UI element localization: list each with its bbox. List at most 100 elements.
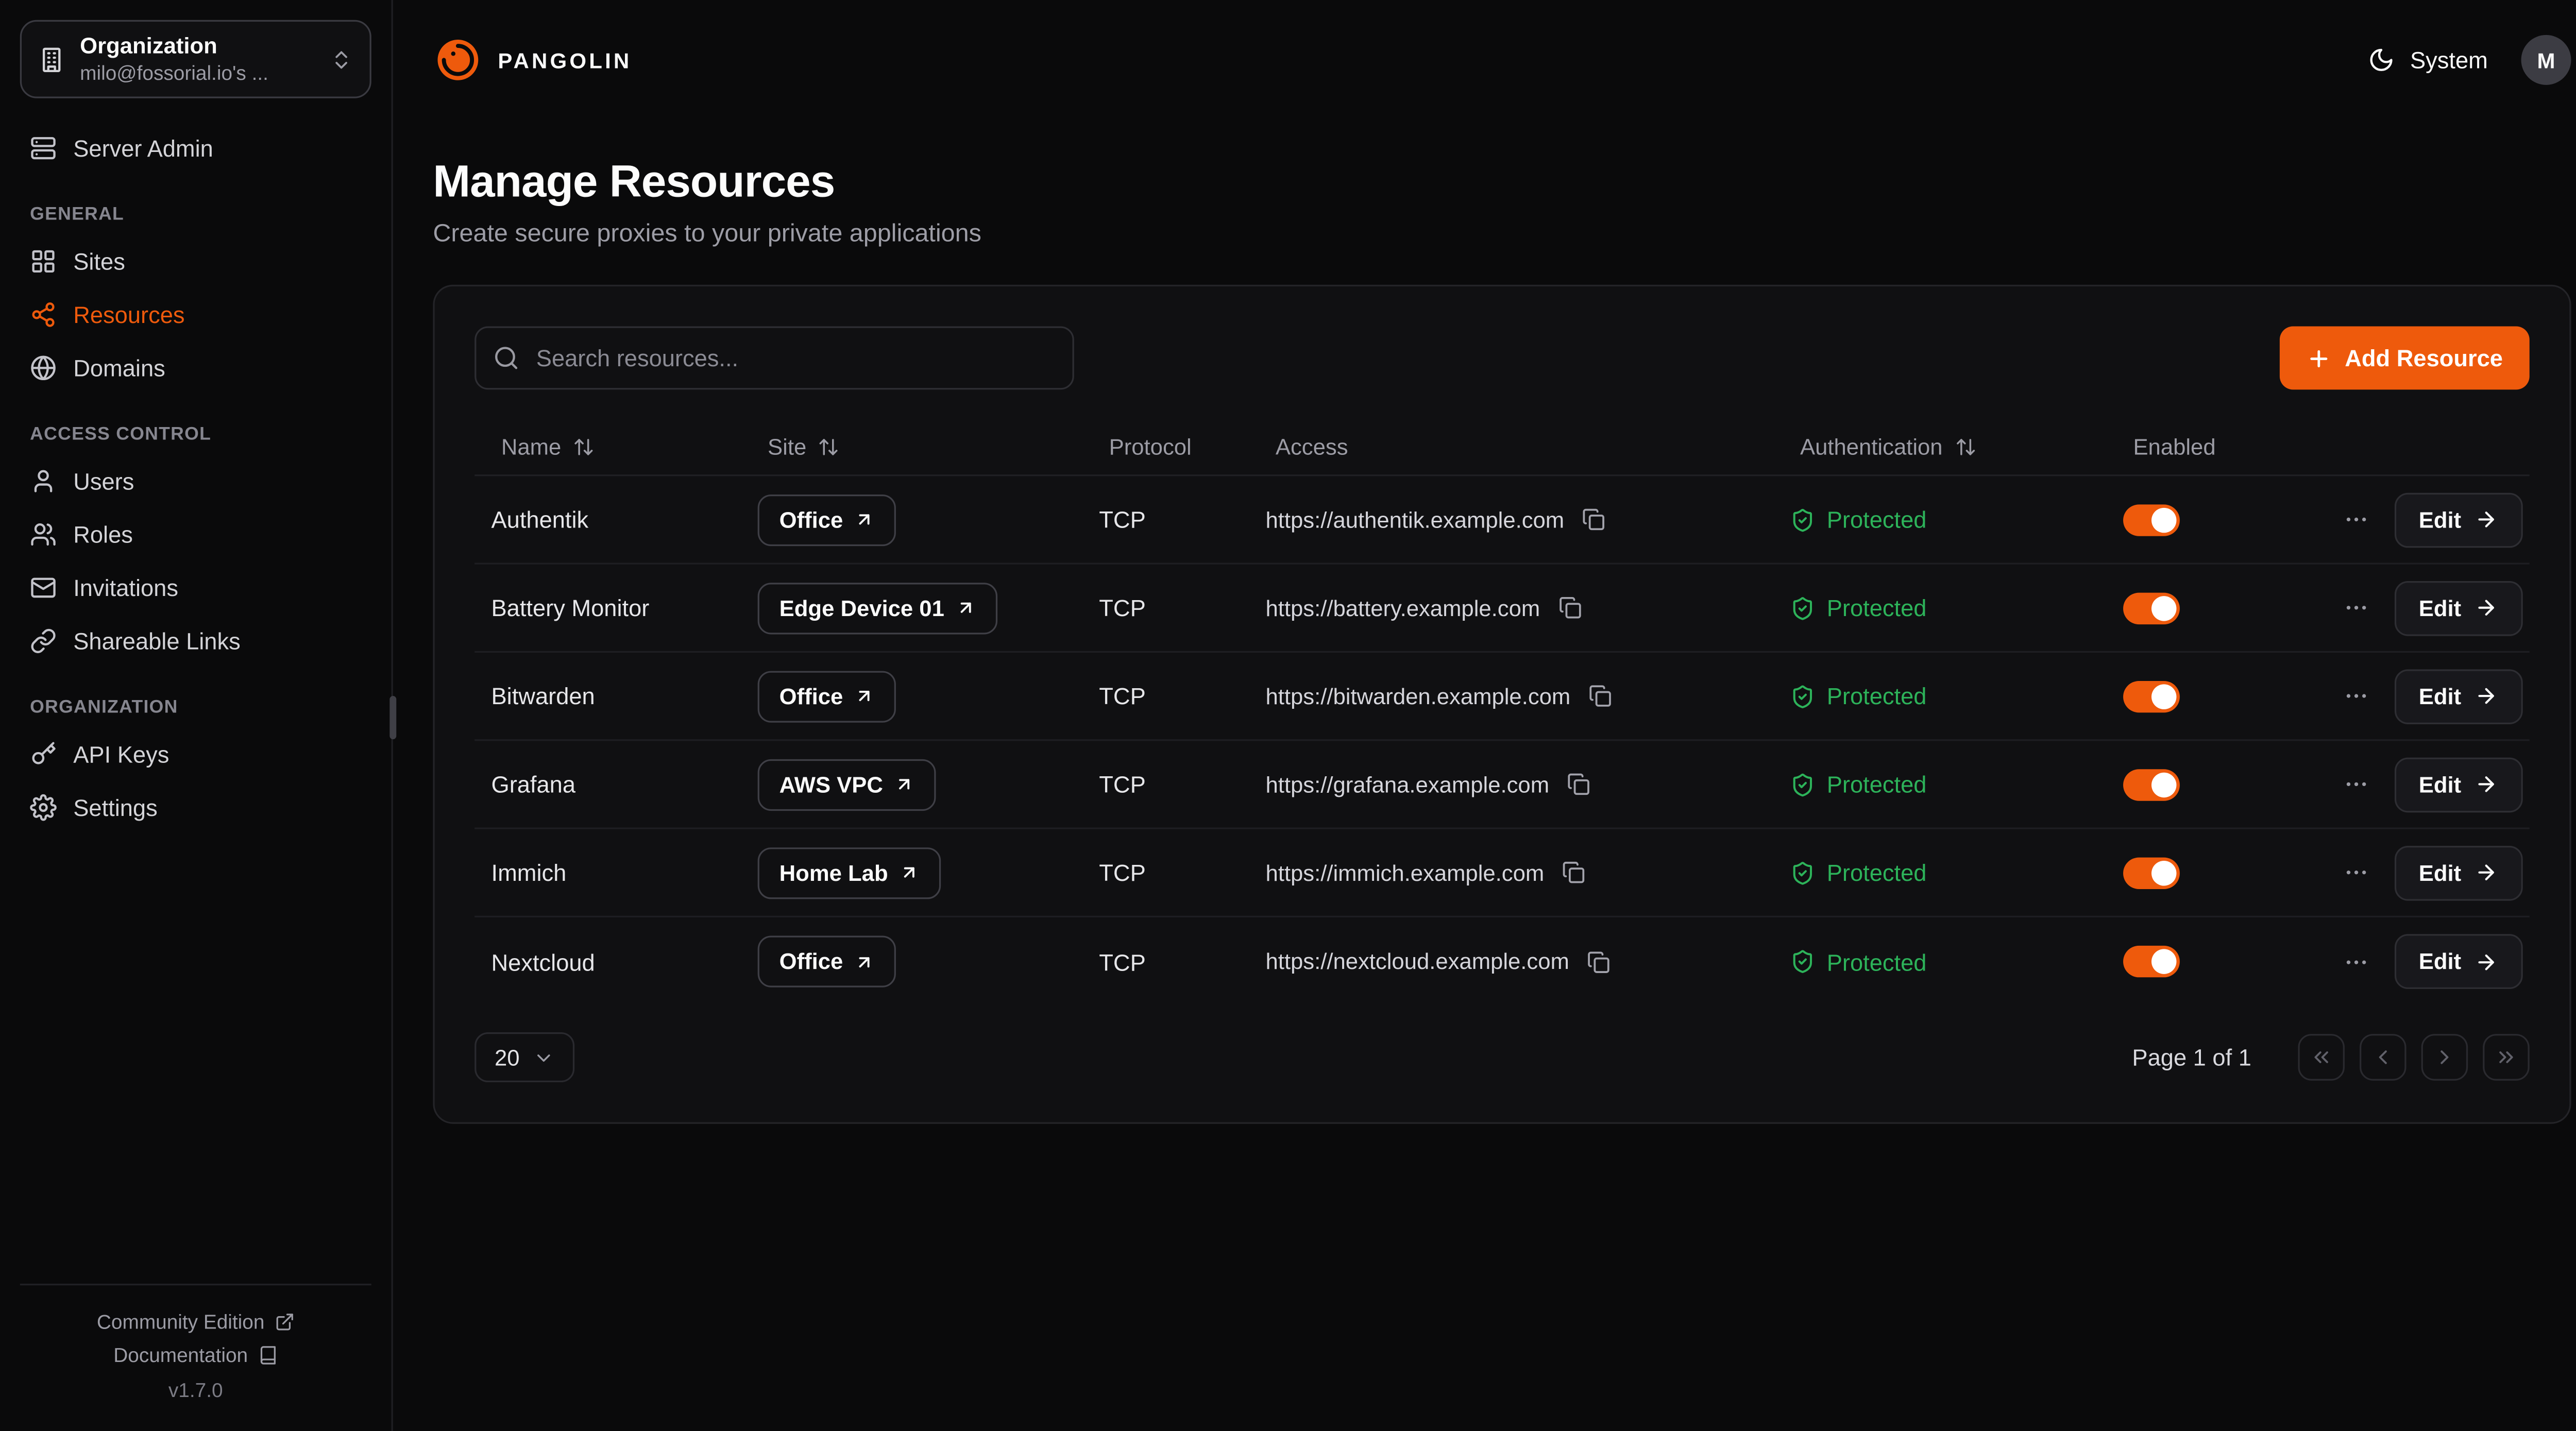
auth-status: Protected [1827, 594, 1927, 621]
site-link[interactable]: Home Lab [758, 847, 941, 898]
sidebar-item-users[interactable]: Users [20, 454, 371, 507]
brand-home-link[interactable]: PANGOLIN [433, 35, 632, 85]
enabled-toggle[interactable] [2123, 592, 2180, 623]
site-link[interactable]: Office [758, 935, 896, 987]
book-icon [258, 1344, 278, 1365]
row-menu-button[interactable] [2340, 853, 2374, 893]
theme-toggle[interactable]: System [2368, 47, 2488, 74]
gear-icon [30, 794, 57, 821]
shield-check-icon [1790, 860, 1815, 884]
column-label: Access [1276, 435, 1348, 459]
section-label-access-control: ACCESS CONTROL [30, 424, 361, 445]
access-url: https://immich.example.com [1265, 860, 1544, 884]
chevron-down-icon [533, 1046, 554, 1068]
shield-check-icon [1790, 772, 1815, 796]
enabled-toggle[interactable] [2123, 769, 2180, 800]
column-header-access: Access [1249, 435, 1773, 459]
protocol: TCP [1082, 948, 1249, 975]
arrow-up-right-icon [900, 862, 920, 882]
search-icon [493, 345, 520, 371]
sidebar-item-sites[interactable]: Sites [20, 235, 371, 288]
auth-status: Protected [1827, 948, 1927, 975]
sidebar-item-label: Roles [73, 521, 133, 548]
toggle-knob [2151, 949, 2176, 974]
enabled-toggle[interactable] [2123, 857, 2180, 888]
add-resource-button[interactable]: Add Resource [2280, 327, 2530, 390]
edit-button[interactable]: Edit [2394, 492, 2522, 547]
row-menu-button[interactable] [2340, 942, 2374, 982]
next-page-button[interactable] [2421, 1034, 2468, 1081]
page-size-select[interactable]: 20 [474, 1032, 574, 1082]
sidebar-item-server-admin[interactable]: Server Admin [20, 122, 371, 175]
sidebar-item-roles[interactable]: Roles [20, 508, 371, 561]
access-url: https://bitwarden.example.com [1265, 684, 1570, 708]
site-label: Office [779, 507, 843, 532]
enabled-toggle[interactable] [2123, 680, 2180, 711]
first-page-button[interactable] [2298, 1034, 2345, 1081]
sidebar-item-shareable-links[interactable]: Shareable Links [20, 615, 371, 668]
edit-button[interactable]: Edit [2394, 669, 2522, 724]
site-link[interactable]: AWS VPC [758, 758, 937, 810]
building-icon [38, 46, 65, 73]
copy-button[interactable] [1564, 769, 1594, 799]
protocol: TCP [1082, 506, 1249, 533]
version-label: v1.7.0 [20, 1371, 371, 1401]
search-wrap [474, 327, 1074, 390]
moon-icon [2368, 47, 2395, 74]
arrow-right-icon [2475, 861, 2498, 884]
theme-label: System [2410, 47, 2488, 74]
sidebar-item-settings[interactable]: Settings [20, 781, 371, 834]
chevrons-left-icon [2310, 1046, 2333, 1069]
sidebar-item-domains[interactable]: Domains [20, 342, 371, 395]
prev-page-button[interactable] [2360, 1034, 2406, 1081]
sidebar-item-api-keys[interactable]: API Keys [20, 727, 371, 780]
copy-button[interactable] [1555, 593, 1585, 623]
copy-button[interactable] [1585, 681, 1615, 711]
chevron-left-icon [2371, 1046, 2395, 1069]
site-label: AWS VPC [779, 772, 883, 796]
site-link[interactable]: Office [758, 493, 896, 545]
documentation-link[interactable]: Documentation [20, 1338, 371, 1371]
access-url: https://battery.example.com [1265, 595, 1540, 620]
sidebar-item-invitations[interactable]: Invitations [20, 561, 371, 614]
arrow-up-right-icon [956, 598, 976, 618]
edit-label: Edit [2419, 507, 2461, 532]
enabled-toggle[interactable] [2123, 504, 2180, 535]
chevron-right-icon [2433, 1046, 2456, 1069]
enabled-toggle[interactable] [2123, 946, 2180, 977]
site-link[interactable]: Office [758, 670, 896, 722]
column-header-name[interactable]: Name [474, 435, 741, 459]
copy-button[interactable] [1579, 504, 1609, 534]
edit-button[interactable]: Edit [2394, 845, 2522, 900]
ellipsis-icon [2344, 594, 2370, 621]
add-resource-label: Add Resource [2345, 345, 2503, 371]
row-menu-button[interactable] [2340, 676, 2374, 716]
page-size-value: 20 [495, 1045, 520, 1069]
sidebar-item-resources[interactable]: Resources [20, 288, 371, 341]
last-page-button[interactable] [2483, 1034, 2530, 1081]
column-header-enabled: Enabled [2107, 435, 2323, 459]
sidebar-item-label: Shareable Links [73, 628, 241, 655]
table-footer: 20 Page 1 of 1 [474, 1032, 2530, 1082]
column-header-site[interactable]: Site [741, 435, 1082, 459]
avatar[interactable]: M [2521, 35, 2571, 85]
edit-button[interactable]: Edit [2394, 757, 2522, 812]
edit-button[interactable]: Edit [2394, 580, 2522, 635]
row-menu-button[interactable] [2340, 588, 2374, 628]
row-menu-button[interactable] [2340, 764, 2374, 805]
sidebar-item-label: Resources [73, 301, 184, 328]
toggle-knob [2151, 684, 2176, 708]
edit-button[interactable]: Edit [2394, 934, 2522, 989]
org-selector[interactable]: Organization milo@fossorial.io's ... [20, 20, 371, 98]
pagination: Page 1 of 1 [2132, 1034, 2529, 1081]
copy-icon [1583, 508, 1606, 531]
topbar-right: System M [2368, 35, 2571, 85]
site-link[interactable]: Edge Device 01 [758, 582, 998, 634]
column-header-authentication[interactable]: Authentication [1773, 435, 2106, 459]
copy-button[interactable] [1559, 858, 1589, 888]
shield-check-icon [1790, 595, 1815, 620]
community-edition-link[interactable]: Community Edition [20, 1305, 371, 1338]
search-input[interactable] [474, 327, 1074, 390]
row-menu-button[interactable] [2340, 500, 2374, 540]
copy-button[interactable] [1584, 947, 1614, 977]
